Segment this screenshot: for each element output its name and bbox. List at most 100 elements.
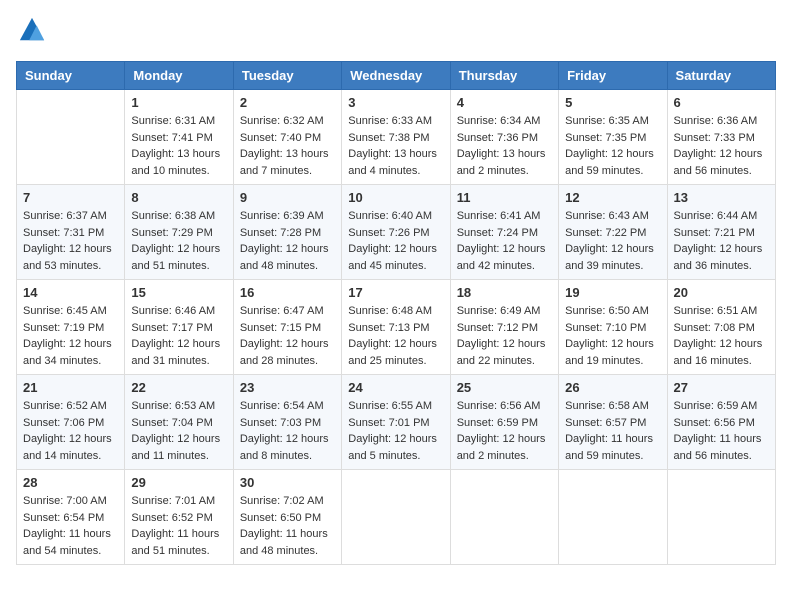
calendar-cell: 30 Sunrise: 7:02 AMSunset: 6:50 PMDayligh… [233, 470, 341, 565]
calendar-cell: 13 Sunrise: 6:44 AMSunset: 7:21 PMDayligh… [667, 185, 775, 280]
day-of-week-header: Sunday [17, 62, 125, 90]
day-info: Sunrise: 7:02 AMSunset: 6:50 PMDaylight:… [240, 493, 335, 559]
day-number: 8 [131, 190, 226, 205]
day-number: 4 [457, 95, 552, 110]
day-info: Sunrise: 6:39 AMSunset: 7:28 PMDaylight:… [240, 208, 335, 274]
logo [16, 16, 46, 49]
day-of-week-header: Friday [559, 62, 667, 90]
day-info: Sunrise: 6:52 AMSunset: 7:06 PMDaylight:… [23, 398, 118, 464]
calendar-week-row: 21 Sunrise: 6:52 AMSunset: 7:06 PMDayligh… [17, 375, 776, 470]
day-info: Sunrise: 7:01 AMSunset: 6:52 PMDaylight:… [131, 493, 226, 559]
day-info: Sunrise: 6:54 AMSunset: 7:03 PMDaylight:… [240, 398, 335, 464]
day-of-week-header: Thursday [450, 62, 558, 90]
day-info: Sunrise: 6:33 AMSunset: 7:38 PMDaylight:… [348, 113, 443, 179]
day-info: Sunrise: 6:58 AMSunset: 6:57 PMDaylight:… [565, 398, 660, 464]
day-number: 22 [131, 380, 226, 395]
calendar-cell: 29 Sunrise: 7:01 AMSunset: 6:52 PMDayligh… [125, 470, 233, 565]
day-number: 18 [457, 285, 552, 300]
calendar-week-row: 14 Sunrise: 6:45 AMSunset: 7:19 PMDayligh… [17, 280, 776, 375]
day-number: 23 [240, 380, 335, 395]
day-number: 10 [348, 190, 443, 205]
day-info: Sunrise: 6:35 AMSunset: 7:35 PMDaylight:… [565, 113, 660, 179]
day-number: 19 [565, 285, 660, 300]
day-info: Sunrise: 6:32 AMSunset: 7:40 PMDaylight:… [240, 113, 335, 179]
day-of-week-header: Tuesday [233, 62, 341, 90]
calendar-cell: 5 Sunrise: 6:35 AMSunset: 7:35 PMDaylight… [559, 90, 667, 185]
day-info: Sunrise: 6:51 AMSunset: 7:08 PMDaylight:… [674, 303, 769, 369]
day-info: Sunrise: 7:00 AMSunset: 6:54 PMDaylight:… [23, 493, 118, 559]
calendar-cell: 19 Sunrise: 6:50 AMSunset: 7:10 PMDayligh… [559, 280, 667, 375]
calendar-cell: 25Sunrise: 6:56 AMSunset: 6:59 PMDayligh… [450, 375, 558, 470]
calendar-cell: 20 Sunrise: 6:51 AMSunset: 7:08 PMDayligh… [667, 280, 775, 375]
day-number: 29 [131, 475, 226, 490]
day-number: 21 [23, 380, 118, 395]
day-number: 20 [674, 285, 769, 300]
calendar-header-row: SundayMondayTuesdayWednesdayThursdayFrid… [17, 62, 776, 90]
day-number: 5 [565, 95, 660, 110]
day-number: 9 [240, 190, 335, 205]
day-info: Sunrise: 6:46 AMSunset: 7:17 PMDaylight:… [131, 303, 226, 369]
day-number: 30 [240, 475, 335, 490]
day-number: 12 [565, 190, 660, 205]
day-info: Sunrise: 6:43 AMSunset: 7:22 PMDaylight:… [565, 208, 660, 274]
logo-icon [18, 16, 46, 44]
calendar-cell: 12 Sunrise: 6:43 AMSunset: 7:22 PMDayligh… [559, 185, 667, 280]
day-number: 3 [348, 95, 443, 110]
day-info: Sunrise: 6:36 AMSunset: 7:33 PMDaylight:… [674, 113, 769, 179]
calendar-cell: 17Sunrise: 6:48 AMSunset: 7:13 PMDayligh… [342, 280, 450, 375]
day-number: 2 [240, 95, 335, 110]
calendar-cell [559, 470, 667, 565]
day-info: Sunrise: 6:31 AMSunset: 7:41 PMDaylight:… [131, 113, 226, 179]
calendar-week-row: 28Sunrise: 7:00 AMSunset: 6:54 PMDayligh… [17, 470, 776, 565]
calendar-cell [17, 90, 125, 185]
calendar-cell: 22 Sunrise: 6:53 AMSunset: 7:04 PMDayligh… [125, 375, 233, 470]
day-info: Sunrise: 6:34 AMSunset: 7:36 PMDaylight:… [457, 113, 552, 179]
calendar-week-row: 7Sunrise: 6:37 AMSunset: 7:31 PMDaylight… [17, 185, 776, 280]
calendar-cell: 21 Sunrise: 6:52 AMSunset: 7:06 PMDayligh… [17, 375, 125, 470]
day-number: 6 [674, 95, 769, 110]
day-info: Sunrise: 6:49 AMSunset: 7:12 PMDaylight:… [457, 303, 552, 369]
calendar-cell: 11Sunrise: 6:41 AMSunset: 7:24 PMDayligh… [450, 185, 558, 280]
calendar-cell: 8Sunrise: 6:38 AMSunset: 7:29 PMDaylight… [125, 185, 233, 280]
day-of-week-header: Monday [125, 62, 233, 90]
calendar-week-row: 1 Sunrise: 6:31 AMSunset: 7:41 PMDaylight… [17, 90, 776, 185]
calendar-cell: 4 Sunrise: 6:34 AMSunset: 7:36 PMDaylight… [450, 90, 558, 185]
calendar-cell: 9 Sunrise: 6:39 AMSunset: 7:28 PMDaylight… [233, 185, 341, 280]
calendar-cell: 1 Sunrise: 6:31 AMSunset: 7:41 PMDaylight… [125, 90, 233, 185]
day-number: 16 [240, 285, 335, 300]
day-info: Sunrise: 6:59 AMSunset: 6:56 PMDaylight:… [674, 398, 769, 464]
calendar-cell: 16 Sunrise: 6:47 AMSunset: 7:15 PMDayligh… [233, 280, 341, 375]
calendar-cell: 7Sunrise: 6:37 AMSunset: 7:31 PMDaylight… [17, 185, 125, 280]
calendar-cell: 26 Sunrise: 6:58 AMSunset: 6:57 PMDayligh… [559, 375, 667, 470]
calendar-cell: 2 Sunrise: 6:32 AMSunset: 7:40 PMDaylight… [233, 90, 341, 185]
calendar-cell [342, 470, 450, 565]
day-number: 26 [565, 380, 660, 395]
calendar-cell: 6 Sunrise: 6:36 AMSunset: 7:33 PMDaylight… [667, 90, 775, 185]
day-info: Sunrise: 6:55 AMSunset: 7:01 PMDaylight:… [348, 398, 443, 464]
day-number: 27 [674, 380, 769, 395]
day-info: Sunrise: 6:50 AMSunset: 7:10 PMDaylight:… [565, 303, 660, 369]
calendar-cell: 27 Sunrise: 6:59 AMSunset: 6:56 PMDayligh… [667, 375, 775, 470]
day-number: 1 [131, 95, 226, 110]
calendar-cell: 24Sunrise: 6:55 AMSunset: 7:01 PMDayligh… [342, 375, 450, 470]
calendar-cell [667, 470, 775, 565]
day-number: 13 [674, 190, 769, 205]
day-number: 25 [457, 380, 552, 395]
calendar-table: SundayMondayTuesdayWednesdayThursdayFrid… [16, 61, 776, 565]
day-number: 15 [131, 285, 226, 300]
calendar-cell: 18 Sunrise: 6:49 AMSunset: 7:12 PMDayligh… [450, 280, 558, 375]
day-of-week-header: Saturday [667, 62, 775, 90]
day-info: Sunrise: 6:53 AMSunset: 7:04 PMDaylight:… [131, 398, 226, 464]
page-header [16, 16, 776, 49]
day-of-week-header: Wednesday [342, 62, 450, 90]
day-info: Sunrise: 6:48 AMSunset: 7:13 PMDaylight:… [348, 303, 443, 369]
day-info: Sunrise: 6:44 AMSunset: 7:21 PMDaylight:… [674, 208, 769, 274]
calendar-cell: 15 Sunrise: 6:46 AMSunset: 7:17 PMDayligh… [125, 280, 233, 375]
day-info: Sunrise: 6:47 AMSunset: 7:15 PMDaylight:… [240, 303, 335, 369]
day-number: 7 [23, 190, 118, 205]
day-info: Sunrise: 6:45 AMSunset: 7:19 PMDaylight:… [23, 303, 118, 369]
calendar-cell: 3 Sunrise: 6:33 AMSunset: 7:38 PMDaylight… [342, 90, 450, 185]
day-info: Sunrise: 6:40 AMSunset: 7:26 PMDaylight:… [348, 208, 443, 274]
calendar-cell [450, 470, 558, 565]
day-number: 14 [23, 285, 118, 300]
